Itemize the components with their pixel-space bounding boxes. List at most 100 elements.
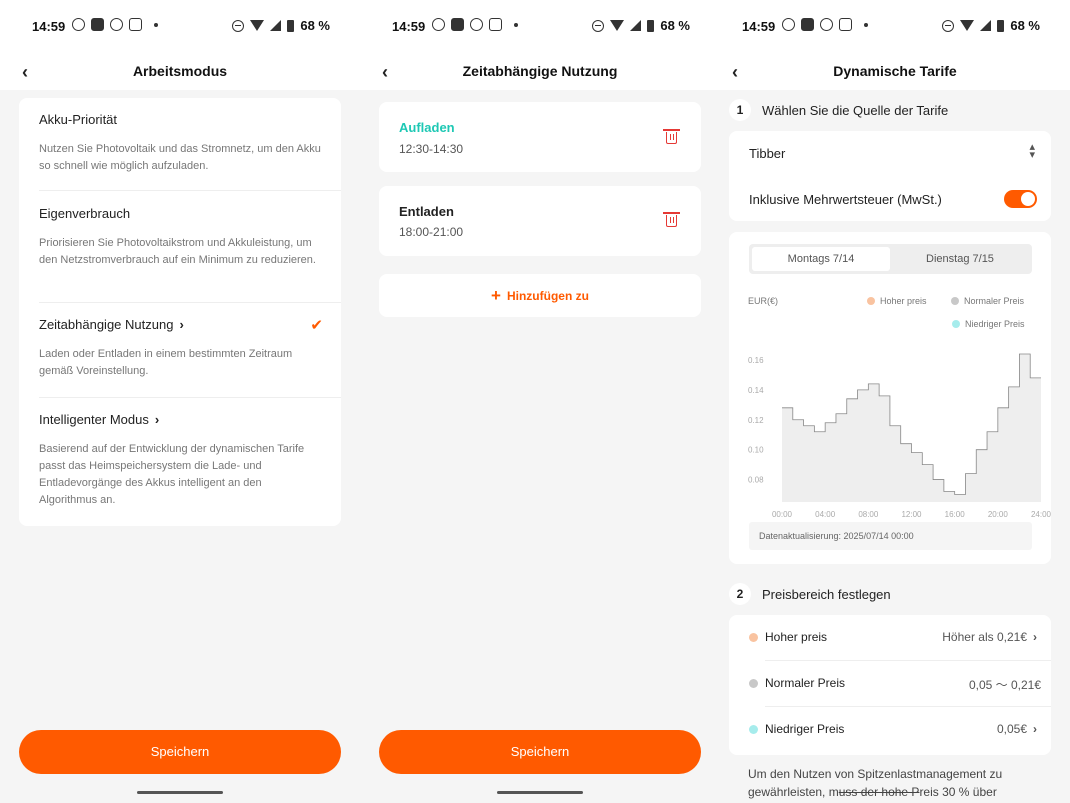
home-indicator[interactable] — [497, 791, 583, 794]
y-tick-label: 0.16 — [748, 356, 764, 365]
vat-toggle[interactable] — [1004, 190, 1037, 208]
message-icon — [129, 18, 142, 31]
add-schedule-button[interactable]: + Hinzufügen zu — [379, 274, 701, 317]
wifi-icon — [250, 20, 265, 31]
step-2: 2 Preisbereich festlegen — [729, 583, 891, 605]
save-button[interactable]: Speichern — [19, 730, 341, 774]
price-bar-hour-1[interactable] — [793, 420, 804, 502]
divider — [39, 302, 341, 303]
price-note: Um den Nutzen von Spitzenlastmanagement … — [748, 767, 1003, 799]
price-bar-hour-20[interactable] — [998, 408, 1009, 502]
step-1: 1 Wählen Sie die Quelle der Tarife — [729, 99, 948, 121]
mail-app-icon — [801, 18, 814, 31]
delete-icon[interactable] — [663, 212, 680, 227]
y-tick-label: 0.10 — [748, 446, 764, 455]
legend-normal: Normaler Preis — [951, 296, 1024, 306]
price-bar-hour-13[interactable] — [922, 465, 933, 502]
app-notification-icon — [470, 18, 483, 31]
legend-low: Niedriger Preis — [952, 319, 1025, 329]
day-tabs: Montags 7/14 Dienstag 7/15 — [749, 244, 1032, 274]
price-bar-hour-10[interactable] — [890, 426, 901, 502]
x-tick-label: 20:00 — [988, 510, 1009, 519]
checkmark-icon: ✔ — [310, 317, 323, 334]
y-tick-label: 0.14 — [748, 386, 764, 395]
price-bar-hour-16[interactable] — [955, 495, 966, 502]
page-title: Zeitabhängige Nutzung — [462, 63, 618, 79]
status-bar: 14:59 68 % — [0, 0, 360, 52]
status-bar: 14:59 68 % — [360, 0, 720, 52]
divider — [39, 190, 341, 191]
price-bar-hour-2[interactable] — [804, 426, 815, 502]
source-select[interactable]: Tibber — [749, 146, 785, 161]
dnd-icon — [232, 19, 245, 32]
tab-monday[interactable]: Montags 7/14 — [752, 247, 890, 271]
price-bar-hour-0[interactable] — [782, 408, 793, 502]
message-icon — [489, 18, 502, 31]
signal-icon — [630, 20, 642, 31]
price-bar-hour-17[interactable] — [965, 474, 976, 502]
price-bar-hour-5[interactable] — [836, 414, 847, 502]
mode-option-intelligent[interactable]: Intelligenter Modus › Basierend auf der E… — [39, 412, 321, 509]
message-icon — [839, 18, 852, 31]
price-bar-hour-6[interactable] — [847, 399, 858, 502]
price-bar-hour-4[interactable] — [825, 423, 836, 502]
tab-tuesday[interactable]: Dienstag 7/15 — [891, 247, 1029, 271]
y-tick-label: 0.12 — [748, 416, 764, 425]
x-tick-label: 08:00 — [858, 510, 879, 519]
vat-label: Inklusive Mehrwertsteuer (MwSt.) — [749, 192, 942, 207]
schedule-card-discharge[interactable]: Entladen 18:00-21:00 — [379, 186, 701, 256]
screen-dynamische-tarife: 14:59 68 % ‹ Dynamische Tarife 1 Wählen … — [720, 0, 1070, 803]
signal-icon — [270, 20, 282, 31]
price-bar-hour-3[interactable] — [814, 432, 825, 502]
price-bar-hour-14[interactable] — [933, 480, 944, 502]
status-time: 14:59 — [742, 19, 776, 34]
price-bar-hour-8[interactable] — [868, 384, 879, 502]
price-bar-hour-15[interactable] — [944, 492, 955, 502]
mode-option-zeitabhaengig[interactable]: Zeitabhängige Nutzung › Laden oder Entlad… — [39, 317, 321, 380]
battery-level: 68 % — [660, 18, 690, 33]
mode-option-akku[interactable]: Akku-Priorität Nutzen Sie Photovoltaik u… — [39, 112, 321, 175]
status-time: 14:59 — [32, 19, 66, 34]
page-title: Dynamische Tarife — [833, 63, 957, 79]
x-tick-label: 04:00 — [815, 510, 836, 519]
x-tick-label: 00:00 — [772, 510, 793, 519]
price-row-low[interactable]: Niedriger Preis 0,05€ › — [729, 707, 1051, 753]
battery-level: 68 % — [1010, 18, 1040, 33]
schedule-label: Entladen — [399, 204, 454, 219]
price-bar-hour-11[interactable] — [901, 444, 912, 502]
battery-icon — [287, 19, 295, 32]
nav-bar: ‹ Zeitabhängige Nutzung — [360, 52, 720, 90]
mail-app-icon — [91, 18, 104, 31]
x-tick-label: 12:00 — [901, 510, 922, 519]
schedule-card-charge[interactable]: Aufladen 12:30-14:30 — [379, 102, 701, 172]
price-bar-hour-18[interactable] — [976, 450, 987, 502]
more-notifications-icon — [154, 22, 158, 27]
price-bar-hour-12[interactable] — [912, 453, 923, 502]
mode-option-eigenverbrauch[interactable]: Eigenverbrauch Priorisieren Sie Photovol… — [39, 206, 321, 269]
price-bar-hour-9[interactable] — [879, 396, 890, 502]
home-indicator[interactable] — [137, 791, 223, 794]
update-timestamp: Datenaktualisierung: 2025/07/14 00:00 — [749, 522, 1032, 550]
app-notification-icon — [820, 18, 833, 31]
select-updown-icon[interactable]: ▴ ▾ — [1029, 142, 1035, 161]
mail-app-icon — [451, 18, 464, 31]
price-bar-hour-7[interactable] — [858, 390, 869, 502]
price-range-card: Hoher preis Höher als 0,21€ › Normaler Pr… — [729, 615, 1051, 755]
nav-bar: ‹ Arbeitsmodus — [0, 52, 360, 90]
price-bar-hour-23[interactable] — [1030, 378, 1041, 502]
price-bar-hour-22[interactable] — [1019, 354, 1030, 502]
status-bar: 14:59 68 % — [720, 0, 1070, 52]
price-bar-hour-19[interactable] — [987, 432, 998, 502]
save-button[interactable]: Speichern — [379, 730, 701, 774]
delete-icon[interactable] — [663, 129, 680, 144]
price-row-normal[interactable]: Normaler Preis 0,05 ～ 0,21€ — [729, 661, 1051, 707]
chevron-right-icon: › — [1033, 630, 1037, 644]
price-row-high[interactable]: Hoher preis Höher als 0,21€ › — [729, 615, 1051, 661]
price-bar-hour-21[interactable] — [1009, 387, 1020, 502]
chart-ylabel: EUR(€) — [748, 296, 779, 306]
dnd-icon — [942, 19, 955, 32]
page-title: Arbeitsmodus — [132, 63, 228, 79]
plus-icon: + — [491, 286, 501, 305]
more-notifications-icon — [864, 22, 868, 27]
signal-icon — [980, 20, 992, 31]
